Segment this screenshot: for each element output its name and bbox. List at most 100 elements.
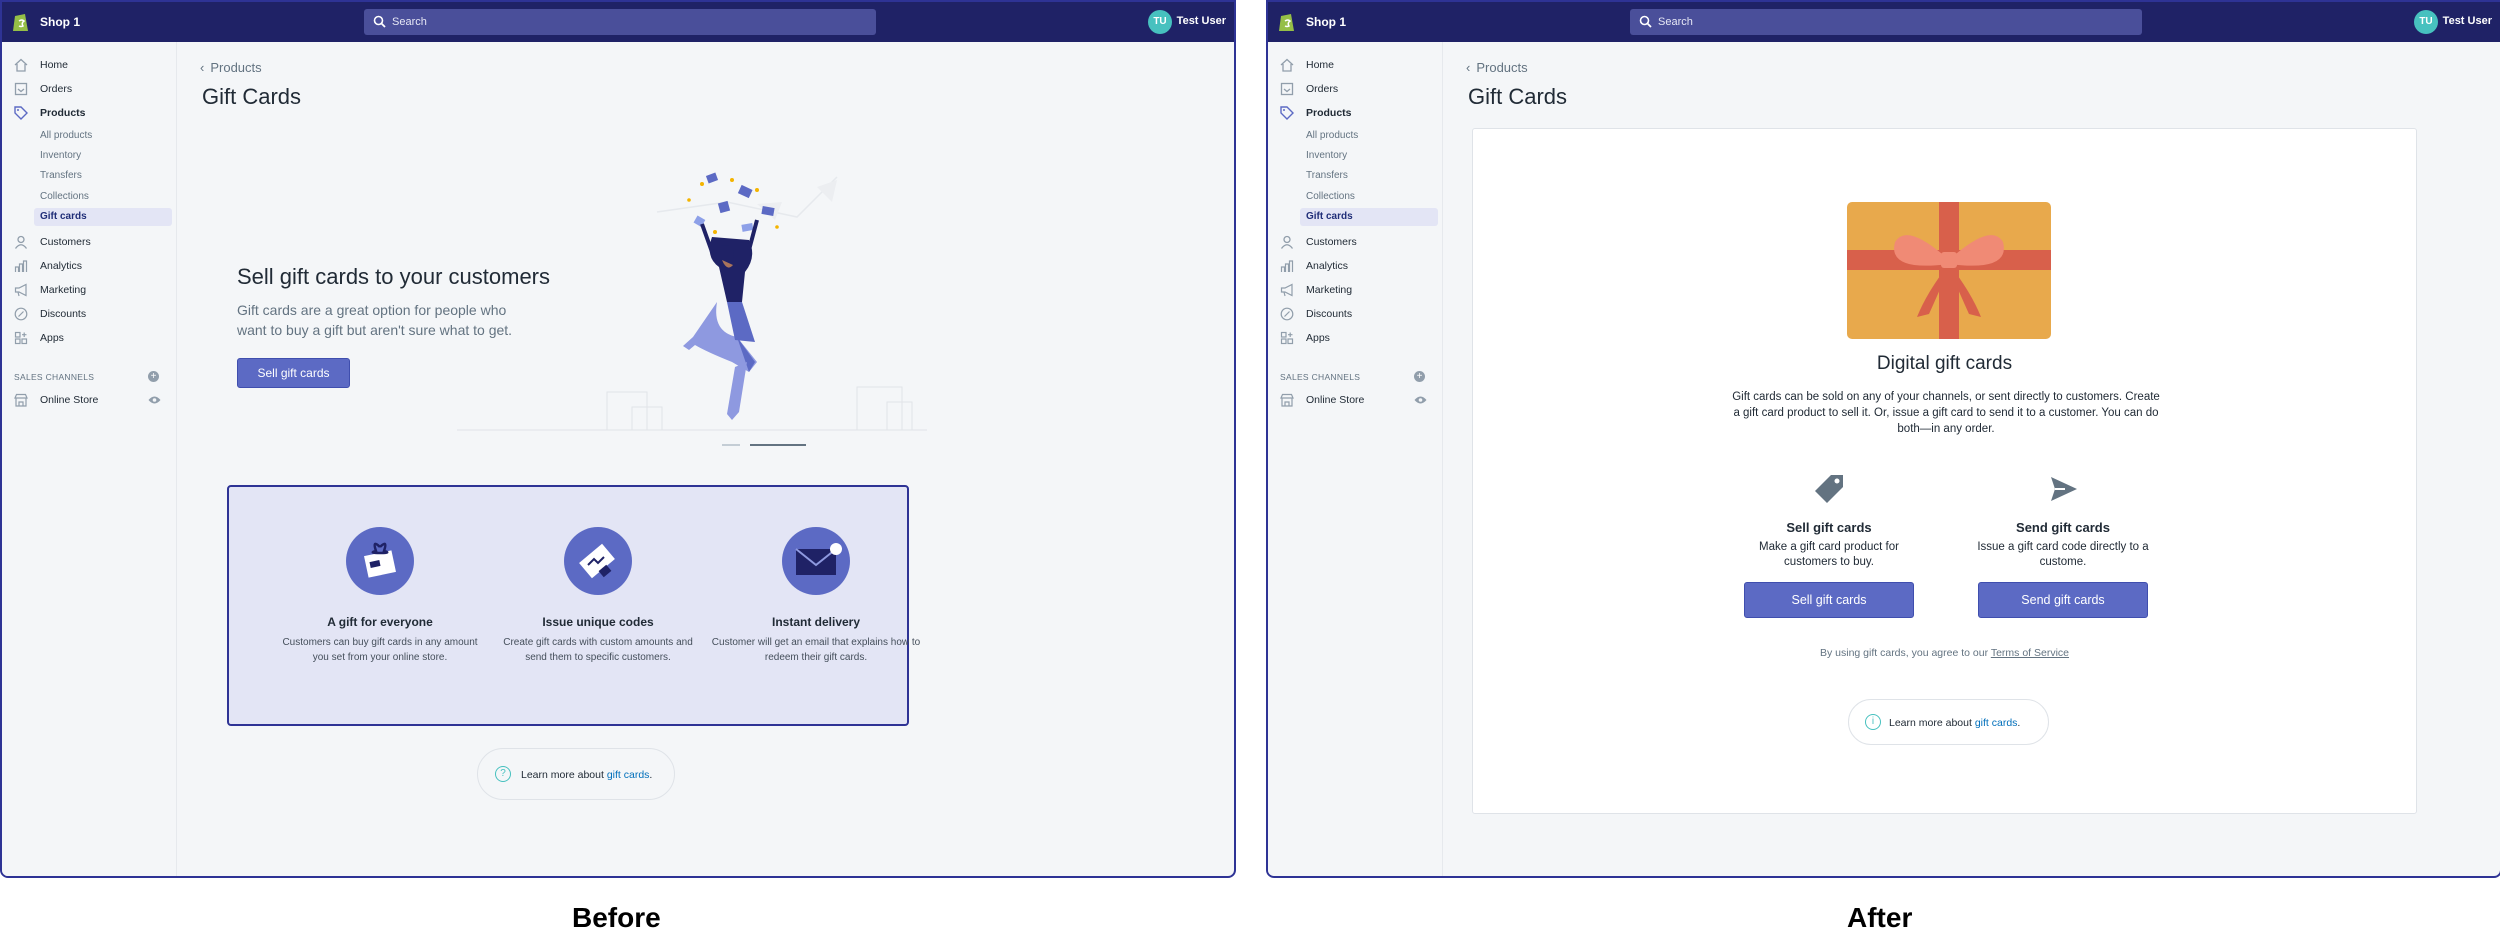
- sidebar-item-label: Online Store: [1306, 394, 1365, 406]
- gift-cards-link[interactable]: gift cards: [607, 769, 650, 781]
- card-title: Digital gift cards: [1876, 353, 2013, 374]
- user-name[interactable]: Test User: [1177, 15, 1226, 27]
- sidebar-item-label: Products: [40, 107, 86, 119]
- sidebar-subitem-all-products[interactable]: All products: [1300, 127, 1438, 145]
- discount-icon: [14, 307, 28, 321]
- page-title: Gift Cards: [1468, 84, 1568, 109]
- sidebar-subitem-inventory[interactable]: Inventory: [34, 147, 172, 165]
- send-icon: [2051, 477, 2077, 501]
- option-title: Sell gift cards: [1786, 520, 1872, 535]
- sidebar-subitem-inventory[interactable]: Inventory: [1300, 147, 1438, 165]
- option-description: Make a gift card product for customers t…: [1759, 541, 1899, 568]
- sidebar-item-label: Marketing: [1306, 284, 1353, 296]
- carousel-dots[interactable]: [722, 442, 812, 448]
- sidebar-item-label: Discounts: [40, 308, 87, 320]
- sidebar: Home Orders Products All products Invent…: [2, 42, 177, 876]
- option-description: Issue a gift card code directly to a cus…: [1977, 541, 2149, 568]
- feature-unique-codes: Issue unique codes Create gift cards wit…: [493, 527, 703, 665]
- eye-icon[interactable]: [148, 395, 161, 405]
- top-bar: Shop 1 Search TU Test User: [2, 2, 1234, 42]
- feature-instant-delivery: Instant delivery Customer will get an em…: [711, 527, 921, 665]
- breadcrumb-label: Products: [210, 60, 262, 75]
- learn-more-pill: i Learn more about gift cards.: [1848, 699, 2049, 745]
- sidebar-subitem-transfers[interactable]: Transfers: [34, 167, 172, 185]
- sidebar-item-label: Analytics: [1306, 260, 1349, 272]
- learn-more-prefix: Learn more about: [521, 769, 607, 781]
- apps-icon: [1280, 331, 1294, 345]
- orders-icon: [14, 82, 28, 96]
- user-name[interactable]: Test User: [2443, 15, 2492, 27]
- terms-of-service-link[interactable]: Terms of Service: [1991, 647, 2069, 659]
- send-option: Send gift cards Issue a gift card code d…: [1973, 471, 2153, 618]
- shop-name[interactable]: Shop 1: [40, 15, 80, 29]
- analytics-icon: [1280, 260, 1294, 272]
- megaphone-icon: [1280, 283, 1293, 297]
- feature-title: Instant delivery: [771, 615, 861, 629]
- card-description: Gift cards can be sold on any of your ch…: [1732, 391, 2160, 435]
- sidebar-item-label: Home: [40, 59, 69, 71]
- chevron-left-icon: ‹: [1466, 60, 1471, 75]
- discount-icon: [1280, 307, 1294, 321]
- celebration-illustration: [457, 172, 927, 431]
- customers-icon: [1280, 235, 1294, 249]
- gift-card-panel: Digital gift cards Gift cards can be sol…: [1472, 128, 2417, 814]
- tag-icon: [1280, 106, 1294, 120]
- send-gift-cards-button[interactable]: Send gift cards: [1978, 582, 2148, 618]
- tag-icon: [1815, 475, 1843, 503]
- learn-more-prefix: Learn more about: [1889, 717, 1975, 729]
- eye-icon[interactable]: [1414, 395, 1427, 405]
- sell-gift-cards-button[interactable]: Sell gift cards: [237, 358, 350, 388]
- breadcrumb[interactable]: ‹ Products: [200, 60, 262, 75]
- terms-notice: By using gift cards, you agree to our Te…: [1473, 647, 2416, 659]
- search-bar[interactable]: Search: [364, 9, 876, 35]
- sidebar-subitem-transfers[interactable]: Transfers: [1300, 167, 1438, 185]
- learn-more-suffix: .: [2017, 717, 2021, 729]
- shopify-logo-icon: [1279, 14, 1294, 31]
- feature-description: Create gift cards with custom amounts an…: [503, 637, 693, 663]
- after-panel: Shop 1 Search TU Test User Home Orders P…: [1266, 0, 2500, 878]
- envelope-icon: [782, 527, 850, 595]
- sidebar-item-label: Home: [1306, 59, 1335, 71]
- search-icon: [373, 15, 386, 28]
- search-bar[interactable]: Search: [1630, 9, 2142, 35]
- gift-cards-link[interactable]: gift cards: [1975, 717, 2018, 729]
- megaphone-icon: [14, 283, 27, 297]
- avatar[interactable]: TU: [2414, 10, 2438, 34]
- terms-prefix: By using gift cards, you agree to our: [1819, 647, 1991, 659]
- sidebar-item-label: Marketing: [40, 284, 87, 296]
- gift-icon: [346, 527, 414, 595]
- sidebar-subitem-gift-cards[interactable]: Gift cards: [1300, 208, 1438, 226]
- sidebar-subitem-gift-cards[interactable]: Gift cards: [34, 208, 172, 226]
- home-icon: [14, 58, 28, 72]
- sidebar-subitem-collections[interactable]: Collections: [34, 188, 172, 206]
- sidebar-item-label: Customers: [1306, 236, 1357, 248]
- info-icon: i: [1865, 714, 1881, 730]
- sidebar-item-label: Analytics: [40, 260, 83, 272]
- after-caption: After: [1847, 902, 1913, 933]
- learn-more-text: Learn more about gift cards.: [521, 769, 652, 781]
- add-channel-icon[interactable]: +: [148, 371, 159, 382]
- chevron-left-icon: ‹: [200, 60, 205, 75]
- feature-title: A gift for everyone: [327, 615, 433, 629]
- feature-title: Issue unique codes: [542, 615, 654, 629]
- question-icon: ?: [495, 766, 511, 782]
- sell-gift-cards-button[interactable]: Sell gift cards: [1744, 582, 1914, 618]
- sidebar-subitem-collections[interactable]: Collections: [1300, 188, 1438, 206]
- avatar[interactable]: TU: [1148, 10, 1172, 34]
- search-placeholder: Search: [392, 16, 427, 28]
- search-placeholder: Search: [1658, 16, 1693, 28]
- before-panel: Shop 1 Search TU Test User Home Orders P…: [0, 0, 1236, 878]
- option-title: Send gift cards: [2016, 520, 2110, 535]
- sidebar-subitem-all-products[interactable]: All products: [34, 127, 172, 145]
- sidebar-item-label: Products: [1306, 107, 1352, 119]
- before-caption: Before: [572, 902, 661, 933]
- shop-name[interactable]: Shop 1: [1306, 15, 1346, 29]
- sidebar-item-label: Apps: [40, 332, 64, 344]
- add-channel-icon[interactable]: +: [1414, 371, 1425, 382]
- sidebar-item-label: Online Store: [40, 394, 99, 406]
- search-icon: [1639, 15, 1652, 28]
- breadcrumb[interactable]: ‹ Products: [1466, 60, 1528, 75]
- features-panel: A gift for everyone Customers can buy gi…: [227, 485, 920, 726]
- sell-option: Sell gift cards Make a gift card product…: [1739, 471, 1919, 618]
- store-icon: [1280, 393, 1294, 407]
